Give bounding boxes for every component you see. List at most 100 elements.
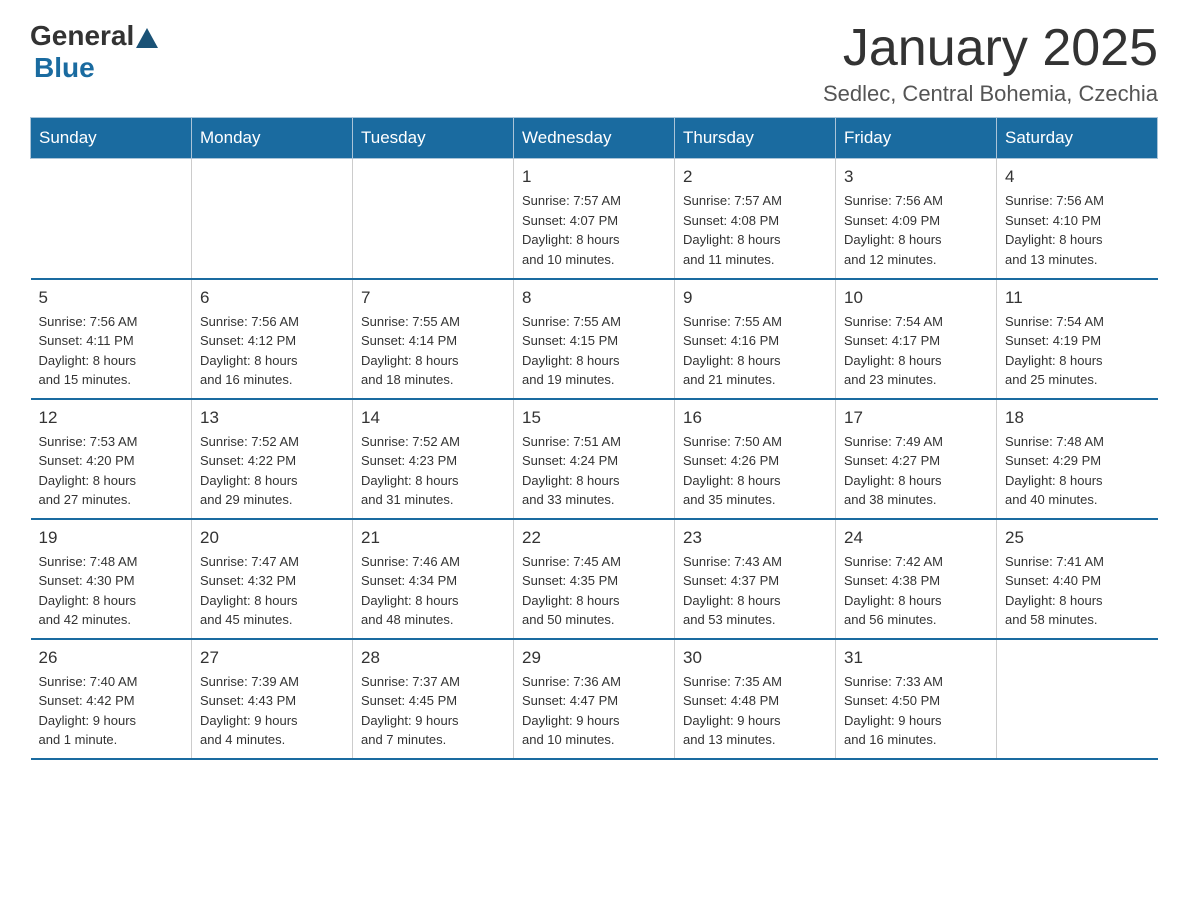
calendar-day-26: 26 Sunrise: 7:40 AMSunset: 4:42 PMDayligh…: [31, 639, 192, 759]
day-number: 22: [522, 528, 666, 548]
weekday-header-wednesday: Wednesday: [514, 118, 675, 159]
day-info: Sunrise: 7:40 AMSunset: 4:42 PMDaylight:…: [39, 672, 184, 750]
day-number: 31: [844, 648, 988, 668]
weekday-header-monday: Monday: [192, 118, 353, 159]
calendar-body: 1 Sunrise: 7:57 AMSunset: 4:07 PMDaylight…: [31, 159, 1158, 759]
calendar-week-2: 5Sunrise: 7:56 AMSunset: 4:11 PMDaylight…: [31, 279, 1158, 399]
day-number: 30: [683, 648, 827, 668]
calendar-day-9: 9Sunrise: 7:55 AMSunset: 4:16 PMDaylight…: [675, 279, 836, 399]
day-info: Sunrise: 7:57 AMSunset: 4:07 PMDaylight:…: [522, 191, 666, 269]
day-info: Sunrise: 7:57 AMSunset: 4:08 PMDaylight:…: [683, 191, 827, 269]
day-number: 11: [1005, 288, 1150, 308]
day-number: 12: [39, 408, 184, 428]
calendar-day-2: 2 Sunrise: 7:57 AMSunset: 4:08 PMDaylight…: [675, 159, 836, 279]
calendar-day-5: 5Sunrise: 7:56 AMSunset: 4:11 PMDaylight…: [31, 279, 192, 399]
day-info: Sunrise: 7:55 AMSunset: 4:16 PMDaylight:…: [683, 312, 827, 390]
calendar-day-17: 17Sunrise: 7:49 AMSunset: 4:27 PMDayligh…: [836, 399, 997, 519]
calendar-day-28: 28 Sunrise: 7:37 AMSunset: 4:45 PMDayligh…: [353, 639, 514, 759]
day-info: Sunrise: 7:37 AMSunset: 4:45 PMDaylight:…: [361, 672, 505, 750]
calendar-empty-cell: [997, 639, 1158, 759]
day-info: Sunrise: 7:53 AMSunset: 4:20 PMDaylight:…: [39, 432, 184, 510]
calendar-day-29: 29Sunrise: 7:36 AMSunset: 4:47 PMDayligh…: [514, 639, 675, 759]
day-number: 28: [361, 648, 505, 668]
calendar-day-14: 14Sunrise: 7:52 AMSunset: 4:23 PMDayligh…: [353, 399, 514, 519]
calendar-day-25: 25Sunrise: 7:41 AMSunset: 4:40 PMDayligh…: [997, 519, 1158, 639]
day-number: 1: [522, 167, 666, 187]
day-number: 20: [200, 528, 344, 548]
day-info: Sunrise: 7:33 AMSunset: 4:50 PMDaylight:…: [844, 672, 988, 750]
calendar-day-30: 30 Sunrise: 7:35 AMSunset: 4:48 PMDayligh…: [675, 639, 836, 759]
calendar-empty-cell: [31, 159, 192, 279]
calendar-day-19: 19Sunrise: 7:48 AMSunset: 4:30 PMDayligh…: [31, 519, 192, 639]
day-number: 27: [200, 648, 344, 668]
day-info: Sunrise: 7:50 AMSunset: 4:26 PMDaylight:…: [683, 432, 827, 510]
day-number: 26: [39, 648, 184, 668]
day-info: Sunrise: 7:36 AMSunset: 4:47 PMDaylight:…: [522, 672, 666, 750]
day-number: 16: [683, 408, 827, 428]
day-number: 10: [844, 288, 988, 308]
calendar-day-20: 20Sunrise: 7:47 AMSunset: 4:32 PMDayligh…: [192, 519, 353, 639]
calendar-day-22: 22 Sunrise: 7:45 AMSunset: 4:35 PMDayligh…: [514, 519, 675, 639]
day-number: 4: [1005, 167, 1150, 187]
day-info: Sunrise: 7:54 AMSunset: 4:17 PMDaylight:…: [844, 312, 988, 390]
page-header: General Blue January 2025 Sedlec, Centra…: [30, 20, 1158, 107]
day-number: 19: [39, 528, 184, 548]
calendar-day-23: 23 Sunrise: 7:43 AMSunset: 4:37 PMDayligh…: [675, 519, 836, 639]
day-number: 2: [683, 167, 827, 187]
calendar-day-11: 11 Sunrise: 7:54 AMSunset: 4:19 PMDayligh…: [997, 279, 1158, 399]
logo-blue-text: Blue: [34, 52, 95, 83]
calendar-header: SundayMondayTuesdayWednesdayThursdayFrid…: [31, 118, 1158, 159]
calendar-day-21: 21 Sunrise: 7:46 AMSunset: 4:34 PMDayligh…: [353, 519, 514, 639]
weekday-header-tuesday: Tuesday: [353, 118, 514, 159]
title-section: January 2025 Sedlec, Central Bohemia, Cz…: [823, 20, 1158, 107]
calendar-day-15: 15Sunrise: 7:51 AMSunset: 4:24 PMDayligh…: [514, 399, 675, 519]
location-title: Sedlec, Central Bohemia, Czechia: [823, 81, 1158, 107]
day-info: Sunrise: 7:39 AMSunset: 4:43 PMDaylight:…: [200, 672, 344, 750]
calendar-day-27: 27 Sunrise: 7:39 AMSunset: 4:43 PMDayligh…: [192, 639, 353, 759]
calendar-week-4: 19Sunrise: 7:48 AMSunset: 4:30 PMDayligh…: [31, 519, 1158, 639]
logo: General Blue: [30, 20, 158, 84]
weekday-header-saturday: Saturday: [997, 118, 1158, 159]
day-number: 24: [844, 528, 988, 548]
calendar-day-12: 12 Sunrise: 7:53 AMSunset: 4:20 PMDayligh…: [31, 399, 192, 519]
weekday-header-thursday: Thursday: [675, 118, 836, 159]
day-info: Sunrise: 7:56 AMSunset: 4:10 PMDaylight:…: [1005, 191, 1150, 269]
day-info: Sunrise: 7:41 AMSunset: 4:40 PMDaylight:…: [1005, 552, 1150, 630]
calendar-day-7: 7Sunrise: 7:55 AMSunset: 4:14 PMDaylight…: [353, 279, 514, 399]
day-number: 6: [200, 288, 344, 308]
weekday-header-sunday: Sunday: [31, 118, 192, 159]
day-info: Sunrise: 7:48 AMSunset: 4:29 PMDaylight:…: [1005, 432, 1150, 510]
day-info: Sunrise: 7:56 AMSunset: 4:12 PMDaylight:…: [200, 312, 344, 390]
day-number: 17: [844, 408, 988, 428]
calendar-week-3: 12 Sunrise: 7:53 AMSunset: 4:20 PMDayligh…: [31, 399, 1158, 519]
logo-general-text: General: [30, 20, 134, 52]
calendar-week-1: 1 Sunrise: 7:57 AMSunset: 4:07 PMDaylight…: [31, 159, 1158, 279]
day-info: Sunrise: 7:52 AMSunset: 4:22 PMDaylight:…: [200, 432, 344, 510]
day-info: Sunrise: 7:42 AMSunset: 4:38 PMDaylight:…: [844, 552, 988, 630]
month-title: January 2025: [823, 20, 1158, 77]
day-info: Sunrise: 7:45 AMSunset: 4:35 PMDaylight:…: [522, 552, 666, 630]
day-number: 23: [683, 528, 827, 548]
calendar-day-24: 24 Sunrise: 7:42 AMSunset: 4:38 PMDayligh…: [836, 519, 997, 639]
calendar-day-13: 13 Sunrise: 7:52 AMSunset: 4:22 PMDayligh…: [192, 399, 353, 519]
calendar-table: SundayMondayTuesdayWednesdayThursdayFrid…: [30, 117, 1158, 760]
calendar-day-16: 16 Sunrise: 7:50 AMSunset: 4:26 PMDayligh…: [675, 399, 836, 519]
weekday-header-row: SundayMondayTuesdayWednesdayThursdayFrid…: [31, 118, 1158, 159]
day-info: Sunrise: 7:56 AMSunset: 4:09 PMDaylight:…: [844, 191, 988, 269]
calendar-week-5: 26 Sunrise: 7:40 AMSunset: 4:42 PMDayligh…: [31, 639, 1158, 759]
day-number: 5: [39, 288, 184, 308]
day-info: Sunrise: 7:35 AMSunset: 4:48 PMDaylight:…: [683, 672, 827, 750]
day-number: 15: [522, 408, 666, 428]
day-info: Sunrise: 7:43 AMSunset: 4:37 PMDaylight:…: [683, 552, 827, 630]
day-number: 18: [1005, 408, 1150, 428]
day-info: Sunrise: 7:54 AMSunset: 4:19 PMDaylight:…: [1005, 312, 1150, 390]
day-number: 21: [361, 528, 505, 548]
calendar-empty-cell: [353, 159, 514, 279]
day-info: Sunrise: 7:46 AMSunset: 4:34 PMDaylight:…: [361, 552, 505, 630]
calendar-day-4: 4 Sunrise: 7:56 AMSunset: 4:10 PMDaylight…: [997, 159, 1158, 279]
day-number: 13: [200, 408, 344, 428]
day-number: 8: [522, 288, 666, 308]
day-info: Sunrise: 7:52 AMSunset: 4:23 PMDaylight:…: [361, 432, 505, 510]
weekday-header-friday: Friday: [836, 118, 997, 159]
calendar-day-1: 1 Sunrise: 7:57 AMSunset: 4:07 PMDaylight…: [514, 159, 675, 279]
